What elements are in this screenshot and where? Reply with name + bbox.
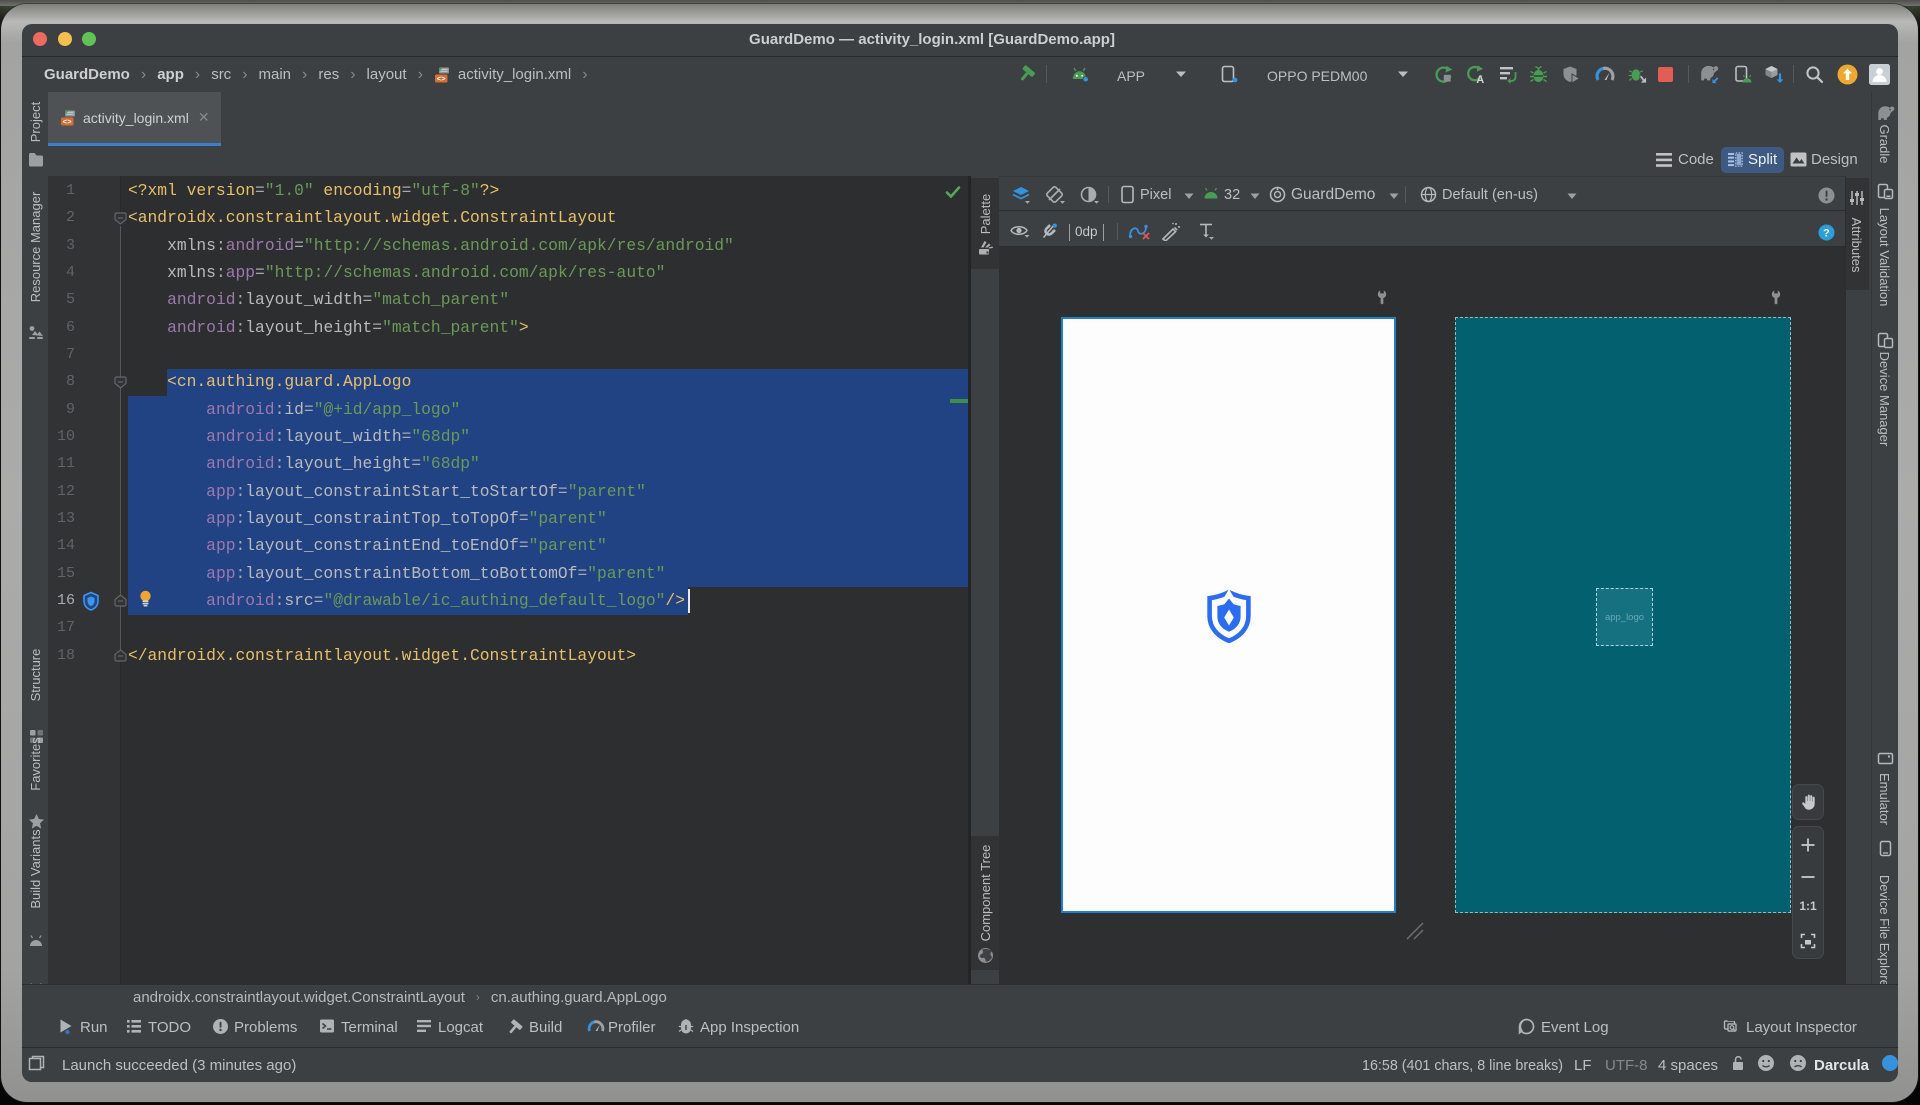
svg-text:A: A	[1476, 74, 1484, 84]
svg-text:?: ?	[1823, 228, 1830, 240]
svg-text:<>: <>	[63, 118, 73, 125]
svg-text:<>: <>	[436, 75, 446, 82]
